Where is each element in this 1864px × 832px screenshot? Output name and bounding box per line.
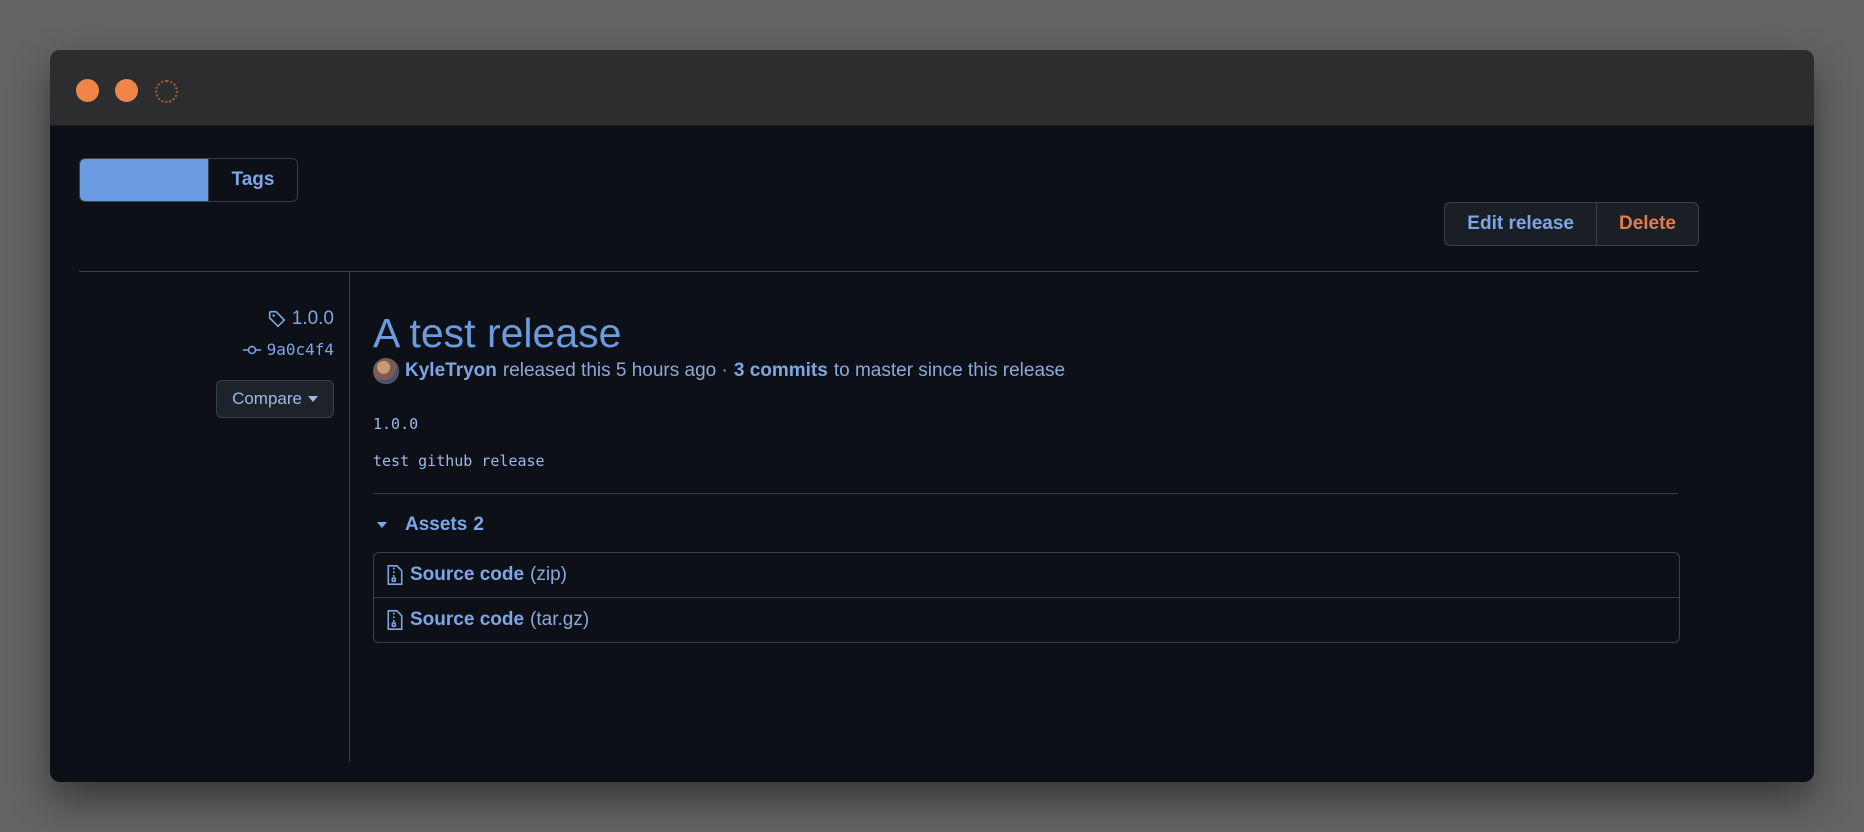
assets-toggle[interactable]: Assets 2: [373, 514, 484, 536]
release-title[interactable]: A test release: [373, 310, 621, 357]
assets-count: 2: [473, 514, 484, 535]
git-commit-icon: [242, 343, 261, 357]
file-zip-icon: [386, 609, 404, 631]
asset-name: Source code: [410, 609, 525, 630]
minimize-window-button[interactable]: [115, 79, 138, 102]
timeline-line: [349, 272, 350, 762]
divider: [79, 271, 1699, 272]
asset-format: (zip): [530, 564, 567, 585]
avatar[interactable]: [373, 358, 399, 384]
file-zip-icon: [386, 564, 404, 586]
release-description: test github release: [373, 452, 545, 470]
asset-format: (tar.gz): [530, 609, 590, 630]
tab-tags[interactable]: Tags: [208, 159, 297, 201]
title-bar: [50, 50, 1814, 126]
browser-window: Tags Edit release Delete 1.0.0 9a0c4f4 C…: [50, 50, 1814, 782]
compare-label: Compare: [232, 389, 302, 408]
assets-list: Source code (zip) Source code (tar.gz): [373, 552, 1680, 643]
asset-name: Source code: [410, 564, 525, 585]
chevron-down-icon: [308, 396, 318, 402]
tab-releases[interactable]: [80, 159, 208, 201]
released-text: released this 5 hours ago ·: [502, 360, 728, 381]
asset-row[interactable]: Source code (tar.gz): [374, 597, 1679, 642]
delete-release-button[interactable]: Delete: [1597, 203, 1698, 245]
divider: [373, 493, 1678, 494]
release-actions: Edit release Delete: [1444, 202, 1699, 246]
tag-icon: [268, 310, 286, 328]
commits-link[interactable]: 3 commits: [734, 360, 828, 382]
close-window-button[interactable]: [76, 79, 99, 102]
compare-dropdown[interactable]: Compare: [216, 380, 334, 418]
release-version-text: 1.0.0: [373, 415, 419, 433]
commits-suffix: to master since this release: [833, 360, 1066, 381]
edit-release-button[interactable]: Edit release: [1445, 203, 1597, 245]
releases-tags-switcher: Tags: [79, 158, 298, 202]
release-byline: KyleTryon released this 5 hours ago · 3 …: [373, 358, 1065, 384]
maximize-window-button[interactable]: [155, 80, 178, 103]
release-page: Tags Edit release Delete 1.0.0 9a0c4f4 C…: [50, 126, 1814, 782]
commit-sha: 9a0c4f4: [266, 340, 334, 359]
asset-row[interactable]: Source code (zip): [374, 553, 1679, 597]
release-tag-link[interactable]: 1.0.0: [268, 308, 334, 330]
author-link[interactable]: KyleTryon: [405, 360, 497, 382]
tag-label: 1.0.0: [291, 308, 334, 329]
chevron-down-icon: [377, 522, 387, 528]
release-commit-link[interactable]: 9a0c4f4: [242, 340, 334, 359]
assets-label: Assets: [405, 514, 468, 535]
